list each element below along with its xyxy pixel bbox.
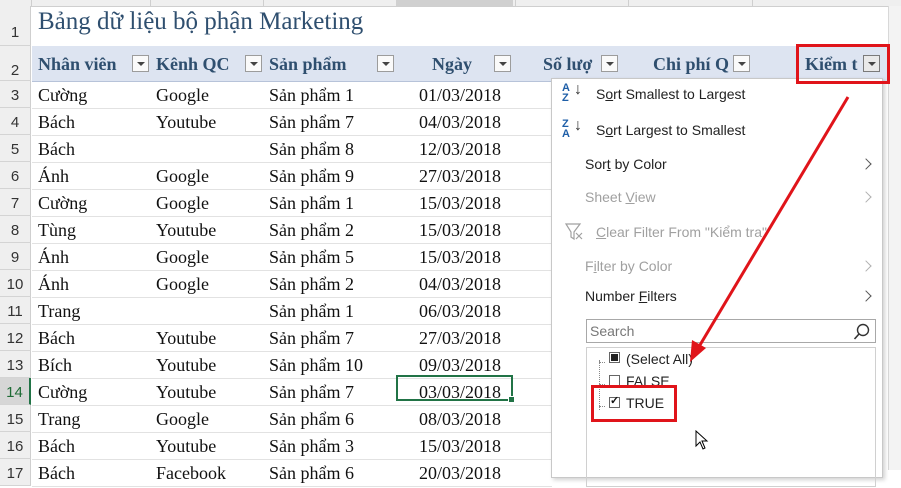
mouse-cursor-icon bbox=[695, 430, 709, 450]
annotation-arrow bbox=[690, 96, 850, 362]
